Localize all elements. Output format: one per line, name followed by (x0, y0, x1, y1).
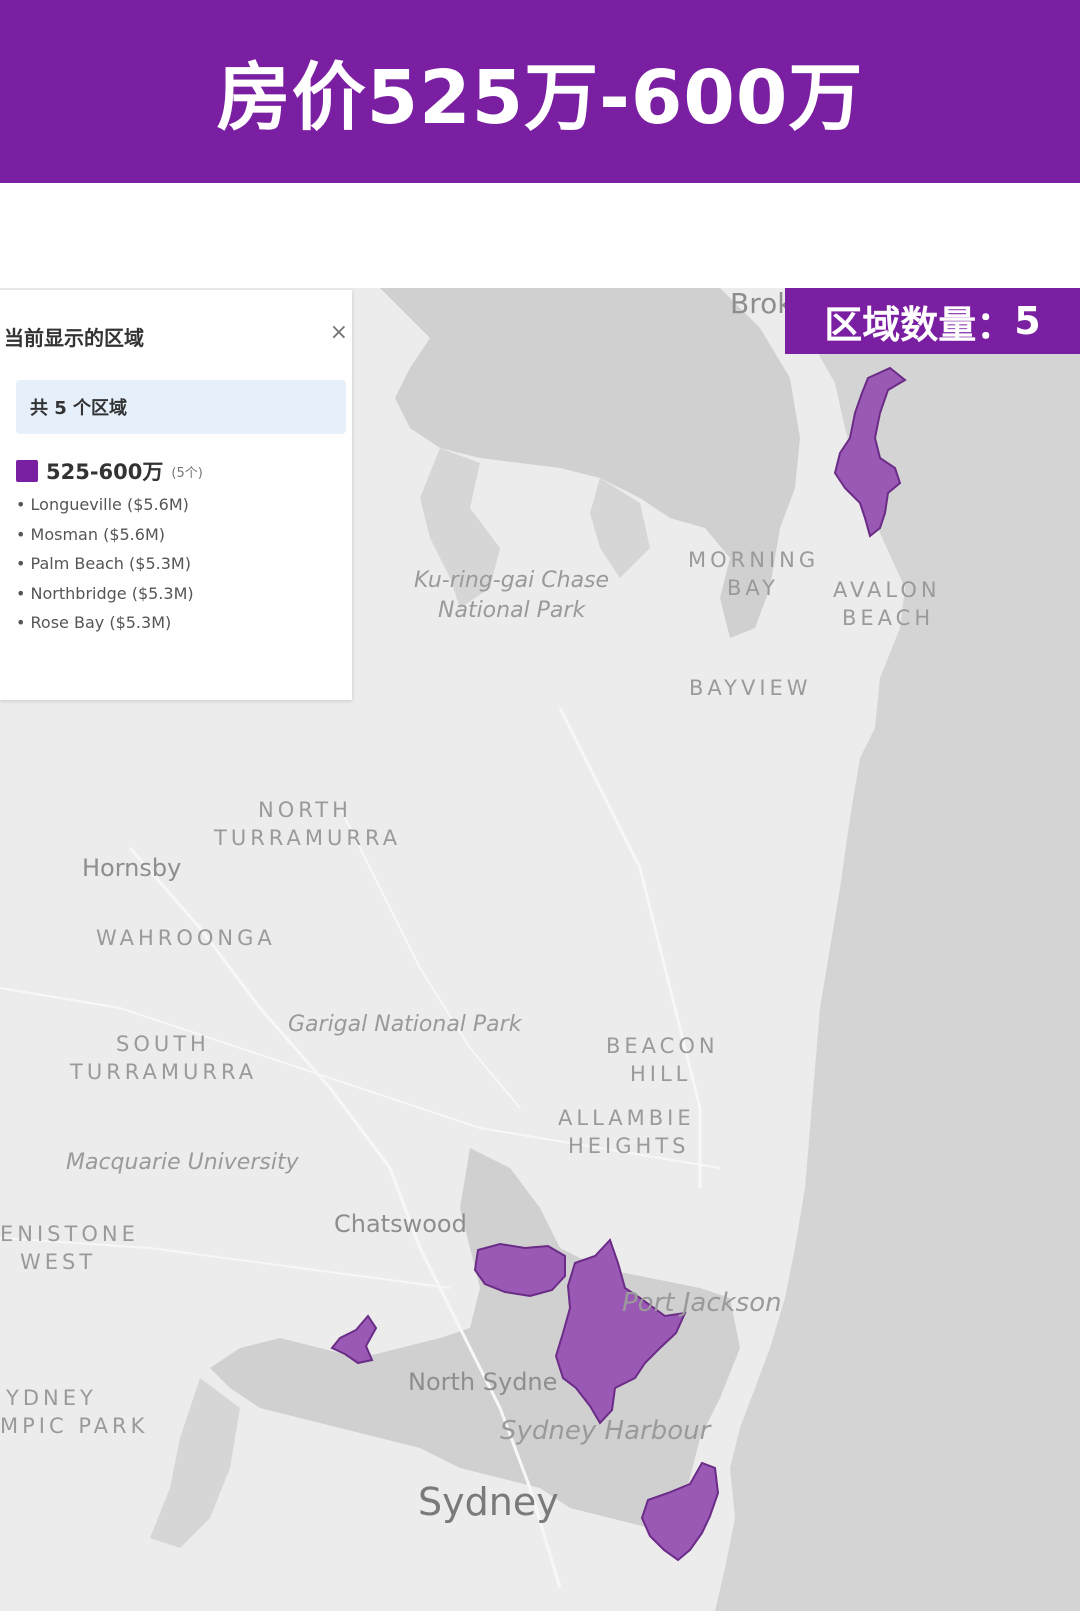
label-denistone-2: WEST (20, 1250, 97, 1274)
region-count-value: 5 (1014, 299, 1041, 343)
label-avalon-1: AVALON (833, 578, 941, 602)
legend-title: 当前显示的区域 (4, 326, 144, 350)
label-chatswood: Chatswood (334, 1210, 467, 1238)
label-sydney-olympic-2: MPIC PARK (0, 1414, 149, 1438)
legend-suburb-list: Longueville ($5.6M) Mosman ($5.6M) Palm … (16, 490, 194, 638)
page-title-banner: 房价525万-600万 (0, 0, 1080, 183)
legend-summary-text: 共 5 个区域 (30, 398, 128, 419)
legend-range-row: 525-600万 (5个) (16, 456, 203, 486)
label-sydney: Sydney (418, 1480, 559, 1524)
label-north-turramurra-2: TURRAMURRA (214, 826, 402, 850)
label-sydney-harbour: Sydney Harbour (500, 1416, 711, 1446)
label-beacon-hill-2: HILL (630, 1062, 692, 1086)
legend-range-label: 525-600万 (46, 460, 164, 484)
page-title: 房价525万-600万 (216, 55, 864, 141)
label-south-turramurra-2: TURRAMURRA (70, 1060, 258, 1084)
legend-swatch (16, 460, 38, 482)
label-bayview: BAYVIEW (689, 676, 812, 700)
label-sydney-olympic-1: YDNEY (6, 1386, 97, 1410)
label-macquarie: Macquarie University (66, 1150, 299, 1175)
region-count-label: 区域数量： (824, 302, 1015, 347)
label-hornsby: Hornsby (82, 854, 182, 882)
region-count-badge: 区域数量： 5 (785, 288, 1080, 354)
close-icon[interactable]: × (330, 320, 348, 345)
legend-range-count: (5个) (171, 465, 203, 481)
label-north-sydney: North Sydne (408, 1368, 558, 1396)
label-port-jackson: Port Jackson (622, 1288, 782, 1318)
label-avalon-2: BEACH (842, 606, 935, 630)
label-brok: Brok (730, 288, 794, 320)
legend-suburb-item: Palm Beach ($5.3M) (16, 549, 194, 579)
label-allambie-2: HEIGHTS (568, 1134, 690, 1158)
label-south-turramurra-1: SOUTH (116, 1032, 210, 1056)
label-denistone-1: ENISTONE (0, 1222, 139, 1246)
legend-suburb-item: Longueville ($5.6M) (16, 490, 194, 520)
label-allambie-1: ALLAMBIE (558, 1106, 695, 1130)
label-wahroonga: WAHROONGA (96, 926, 276, 950)
label-north-turramurra-1: NORTH (258, 798, 352, 822)
legend-summary: 共 5 个区域 (16, 380, 346, 434)
label-kuringgai-2: National Park (438, 598, 586, 623)
legend-suburb-item: Northbridge ($5.3M) (16, 579, 194, 609)
label-beacon-hill-1: BEACON (606, 1034, 719, 1058)
label-morning-bay-1: MORNING (688, 548, 820, 572)
map[interactable]: Brok Ku-ring-gai Chase National Park MOR… (0, 288, 1080, 1611)
legend-suburb-item: Mosman ($5.6M) (16, 520, 194, 550)
label-garigal: Garigal National Park (288, 1012, 522, 1037)
legend-panel: 当前显示的区域 × 共 5 个区域 525-600万 (5个) Longuevi… (0, 290, 352, 700)
label-morning-bay-2: BAY (727, 576, 779, 600)
legend-suburb-item: Rose Bay ($5.3M) (16, 608, 194, 638)
label-kuringgai-1: Ku-ring-gai Chase (414, 568, 610, 593)
